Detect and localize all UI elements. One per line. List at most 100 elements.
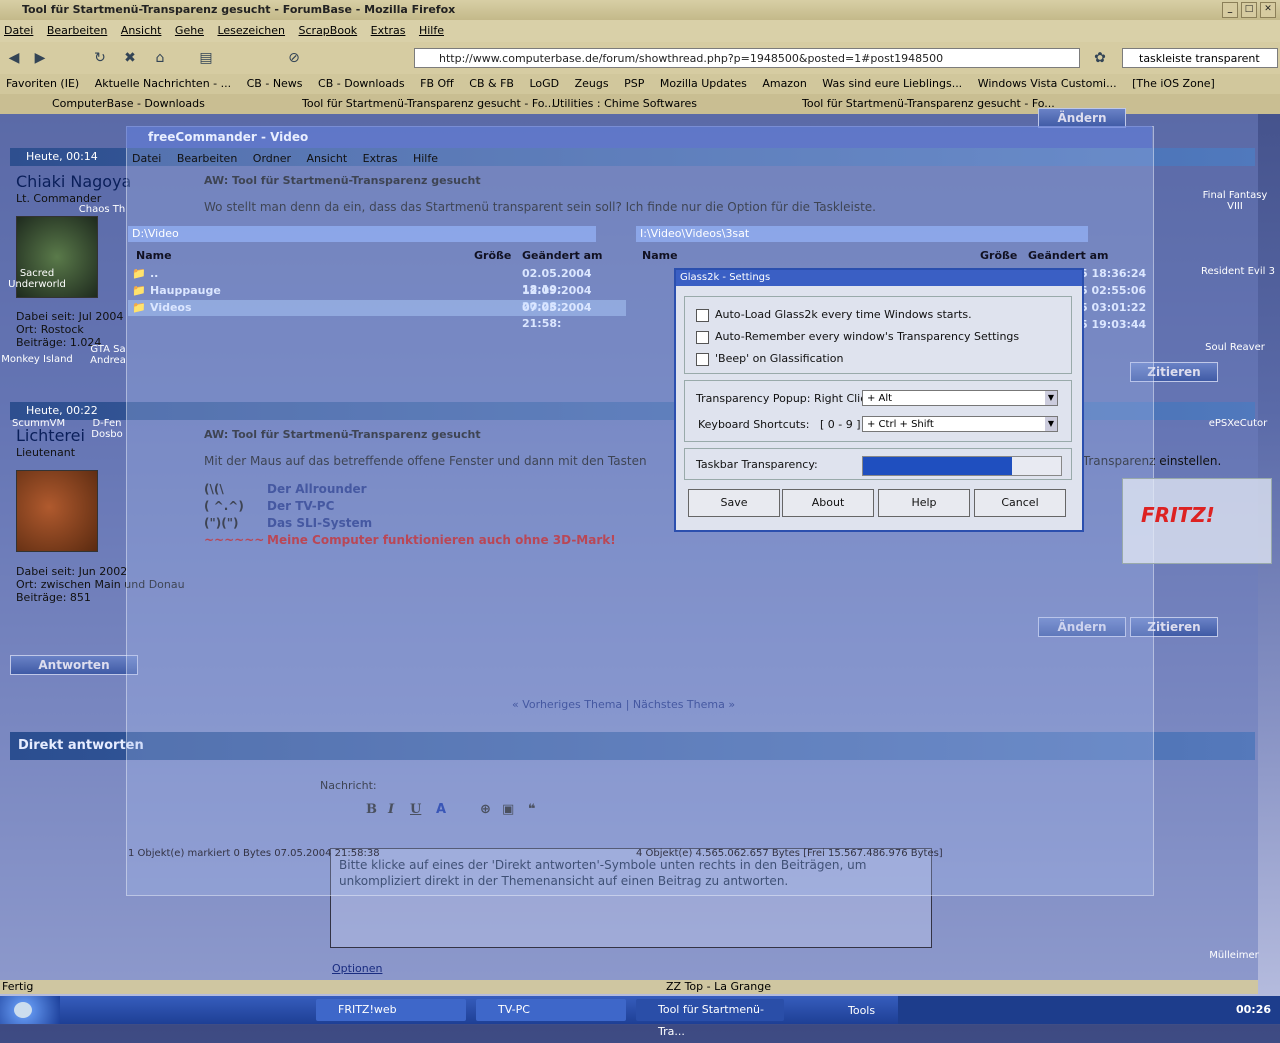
avatar — [16, 470, 98, 552]
desktop-icon[interactable]: D-Fen Dosbo — [88, 418, 126, 440]
now-playing: ZZ Top - La Grange — [666, 980, 771, 993]
bookmark-item[interactable]: Amazon — [762, 77, 806, 90]
task-tvpc[interactable]: TV-PC — [476, 999, 626, 1021]
task-fritzweb[interactable]: FRITZ!web — [316, 999, 466, 1021]
file-row[interactable]: 📁 .. 02.05.2004 18:19: — [132, 266, 626, 296]
right-file-date[interactable]: 5 19:03:44 — [1080, 317, 1146, 333]
task-firefox[interactable]: Tool für Startmenü-Tra... — [636, 999, 784, 1038]
print-icon[interactable]: ▤ — [196, 48, 216, 68]
search-input[interactable]: taskleiste transparent — [1122, 48, 1278, 68]
bookmark-item[interactable]: Aktuelle Nachrichten - ... — [95, 77, 231, 90]
fc-menu-datei[interactable]: Datei — [132, 152, 161, 165]
save-button[interactable]: Save — [688, 489, 780, 517]
popup-blocker-icon[interactable]: ⊘ — [284, 48, 304, 68]
fc-menu-hilfe[interactable]: Hilfe — [413, 152, 438, 165]
post-username[interactable]: Chiaki Nagoya — [16, 172, 131, 191]
bookmark-item[interactable]: LoGD — [529, 77, 559, 90]
user-joined: Dabei seit: Jul 2004 — [16, 310, 124, 323]
start-button[interactable] — [0, 996, 60, 1024]
bookmark-item[interactable]: Mozilla Updates — [660, 77, 747, 90]
col-date[interactable]: Geändert am — [1028, 248, 1108, 264]
fc-menu-bearbeiten[interactable]: Bearbeiten — [177, 152, 237, 165]
menu-datei[interactable]: Datei — [4, 24, 33, 37]
right-file-date[interactable]: 5 03:01:22 — [1080, 300, 1146, 316]
menu-scrapbook[interactable]: ScrapBook — [299, 24, 358, 37]
edit-button[interactable]: Ändern — [1038, 108, 1126, 128]
tab-thread-2[interactable]: Tool für Startmenü-Transparenz gesucht -… — [802, 94, 1055, 114]
desktop-icon[interactable]: GTA Sa Andrea — [88, 344, 128, 366]
desktop-icon[interactable]: Final Fantasy VIII — [1198, 190, 1272, 212]
forward-icon[interactable]: ▶ — [30, 48, 50, 68]
right-file-date[interactable]: 5 02:55:06 — [1080, 283, 1146, 299]
options-link[interactable]: Optionen — [332, 962, 382, 975]
recycle-bin[interactable]: Mülleimer — [1206, 950, 1262, 961]
desktop-icon[interactable]: Soul Reaver — [1198, 342, 1272, 353]
desktop-icon[interactable]: ScummVM — [12, 418, 65, 429]
bookmark-item[interactable]: FB Off — [420, 77, 454, 90]
menu-gehe[interactable]: Gehe — [175, 24, 204, 37]
system-tray — [898, 996, 1280, 1024]
fc-menu-ansicht[interactable]: Ansicht — [307, 152, 348, 165]
fc-menu-ordner[interactable]: Ordner — [253, 152, 291, 165]
desktop-icon[interactable]: ePSXeCutor — [1198, 418, 1278, 429]
file-row-selected[interactable]: 📁 Videos 07.05.2004 21:58: — [128, 300, 626, 330]
col-date[interactable]: Geändert am — [522, 248, 602, 264]
bookmark-item[interactable]: Zeugs — [575, 77, 609, 90]
bookmark-item[interactable]: Was sind eure Lieblings... — [822, 77, 962, 90]
taskbar-clock[interactable]: 00:26 — [1236, 996, 1280, 1024]
beep-checkbox[interactable]: 'Beep' on Glassification — [696, 352, 843, 366]
col-name[interactable]: Name — [136, 248, 172, 264]
minimize-icon[interactable]: _ — [1222, 2, 1238, 18]
extension-icon[interactable]: ✿ — [1090, 48, 1110, 68]
tab-chime-utilities[interactable]: Utilities : Chime Softwares — [552, 94, 697, 114]
autoremember-label: Auto-Remember every window's Transparenc… — [715, 330, 1020, 343]
desktop-icon[interactable]: Monkey Island — [0, 354, 74, 365]
about-button[interactable]: About — [782, 489, 874, 517]
taskbar-slider[interactable] — [862, 456, 1062, 476]
file-row[interactable]: 📁 Hauppauge 12.09.2004 20:28: — [132, 283, 626, 313]
bookmark-item[interactable]: [The iOS Zone] — [1132, 77, 1215, 90]
cancel-button[interactable]: Cancel — [974, 489, 1066, 517]
desktop-icon[interactable]: Sacred Underworld — [2, 268, 72, 290]
tab-thread-1[interactable]: Tool für Startmenü-Transparenz gesucht -… — [302, 94, 555, 114]
bookmark-item[interactable]: Favoriten (IE) — [6, 77, 79, 90]
bookmark-item[interactable]: CB - Downloads — [318, 77, 405, 90]
tab-computerbase-downloads[interactable]: ComputerBase - Downloads — [52, 94, 205, 114]
help-button[interactable]: Help — [878, 489, 970, 517]
fritz-widget[interactable]: FRITZ! — [1122, 478, 1272, 564]
bookmark-item[interactable]: PSP — [624, 77, 644, 90]
col-name[interactable]: Name — [642, 248, 678, 264]
menu-lesezeichen[interactable]: Lesezeichen — [217, 24, 285, 37]
right-file-date[interactable]: 5 18:36:24 — [1080, 266, 1146, 282]
right-pane-path[interactable]: I:\Video\Videos\3sat — [636, 226, 1088, 242]
reload-icon[interactable]: ↻ — [90, 48, 110, 68]
bookmark-item[interactable]: CB - News — [247, 77, 303, 90]
file-name: .. — [150, 267, 159, 280]
home-icon[interactable]: ⌂ — [150, 48, 170, 68]
freecommander-title: freeCommander - Video — [126, 126, 1152, 148]
autoload-checkbox[interactable]: Auto-Load Glass2k every time Windows sta… — [696, 308, 972, 322]
bookmark-item[interactable]: CB & FB — [469, 77, 514, 90]
menu-hilfe[interactable]: Hilfe — [419, 24, 444, 37]
left-pane-path[interactable]: D:\Video — [128, 226, 596, 242]
desktop-icon[interactable]: Chaos Th — [76, 204, 128, 215]
reply-button[interactable]: Antworten — [10, 655, 138, 675]
bookmark-item[interactable]: Windows Vista Customi... — [978, 77, 1117, 90]
back-icon[interactable]: ◀ — [4, 48, 24, 68]
fc-menu-extras[interactable]: Extras — [363, 152, 398, 165]
desktop-icon[interactable]: Resident Evil 3 — [1198, 266, 1278, 277]
autoremember-checkbox[interactable]: Auto-Remember every window's Transparenc… — [696, 330, 1019, 344]
menu-ansicht[interactable]: Ansicht — [121, 24, 162, 37]
tools-toolbar[interactable]: Tools — [848, 1004, 875, 1017]
maximize-icon[interactable]: □ — [1241, 2, 1257, 18]
popup-select[interactable]: + Alt ▼ — [862, 390, 1058, 406]
taskbar-slider-fill — [863, 457, 1012, 475]
shortcut-select[interactable]: + Ctrl + Shift ▼ — [862, 416, 1058, 432]
col-size[interactable]: Größe — [980, 248, 1017, 264]
col-size[interactable]: Größe — [474, 248, 511, 264]
menu-extras[interactable]: Extras — [371, 24, 406, 37]
close-icon[interactable]: ✕ — [1260, 2, 1276, 18]
menu-bearbeiten[interactable]: Bearbeiten — [47, 24, 107, 37]
stop-icon[interactable]: ✖ — [120, 48, 140, 68]
address-bar[interactable]: http://www.computerbase.de/forum/showthr… — [414, 48, 1080, 68]
